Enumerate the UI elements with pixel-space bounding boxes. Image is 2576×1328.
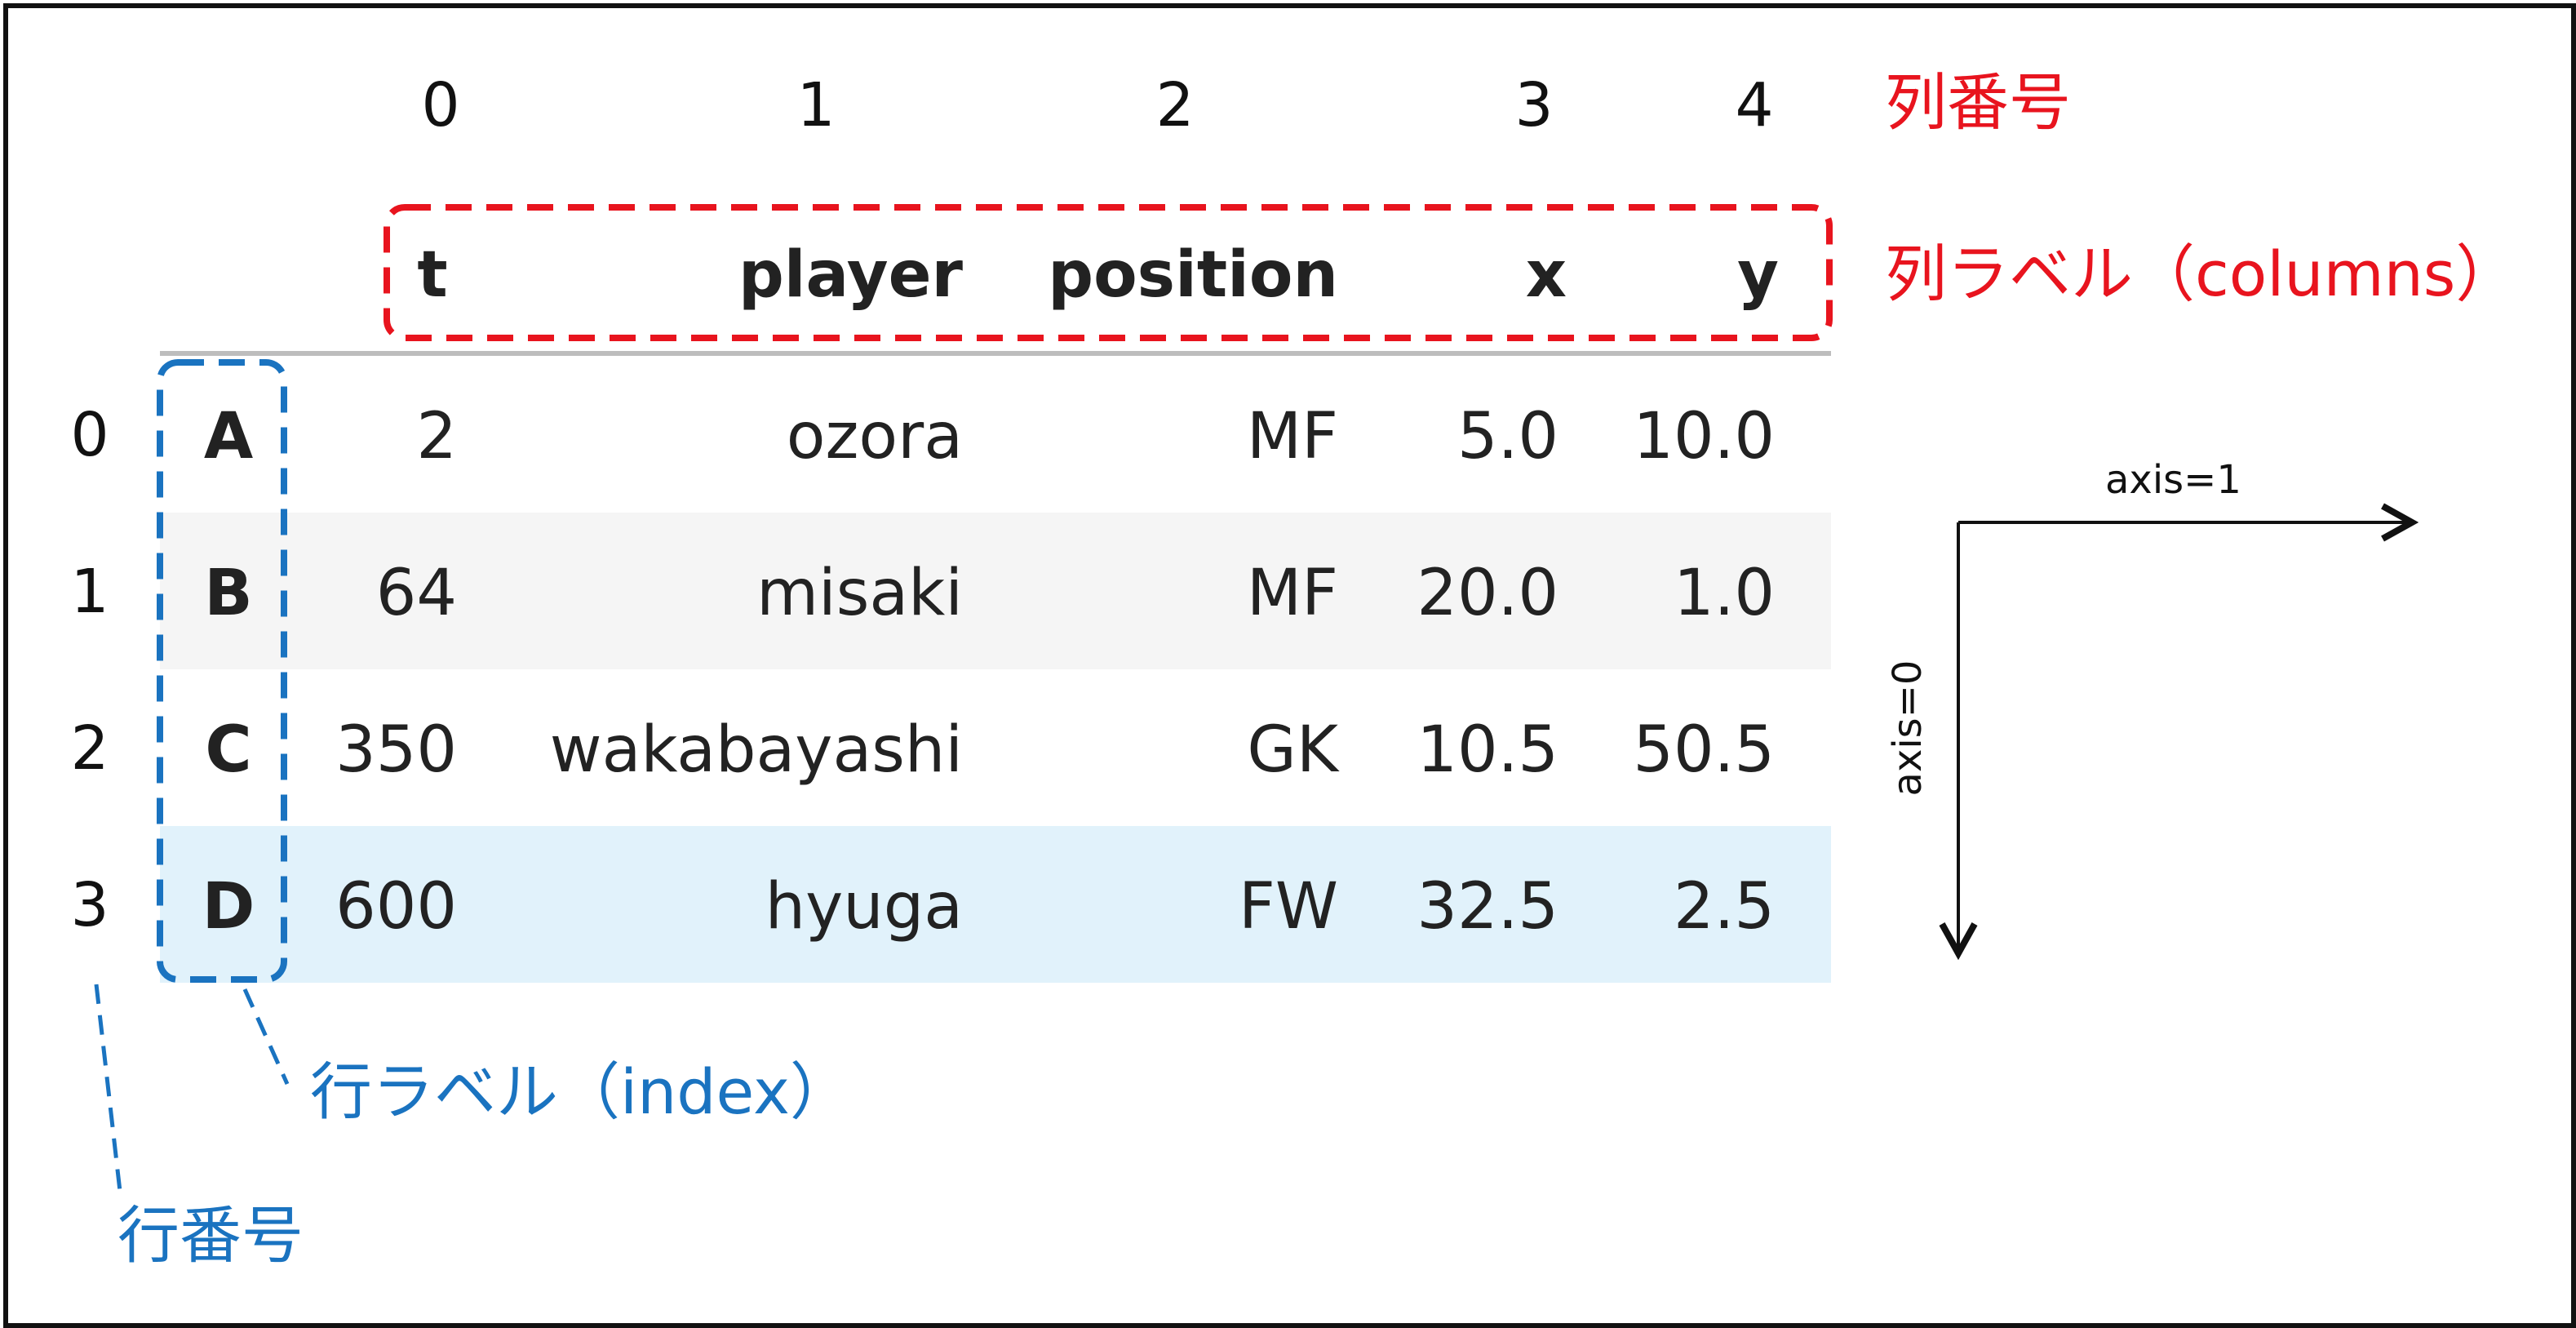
axis1-label: axis=1 [2105,457,2241,503]
annotation-overlay [94,204,2576,1199]
row-labels-annotation: 行ラベル（index） [310,1055,852,1128]
index-leader-line [242,988,290,1086]
axis0-label: axis=0 [1885,660,1931,797]
index-dashed-box [157,359,287,983]
row-number-leader-line [94,984,123,1199]
row-numbers-annotation: 行番号 [117,1199,304,1272]
column-labels-dashed-box [384,204,1833,341]
